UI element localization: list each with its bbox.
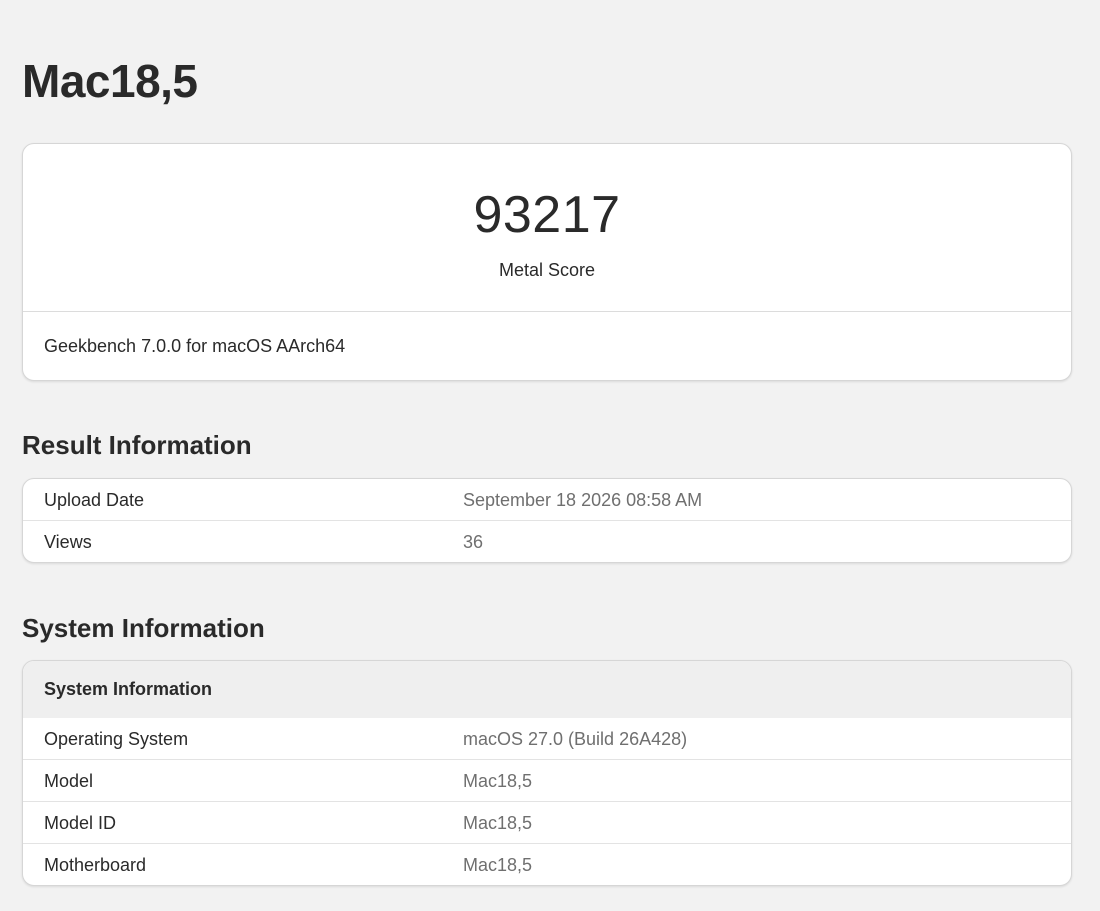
model-label: Model <box>44 771 94 791</box>
metal-score-label: Metal Score <box>498 260 596 280</box>
page-title: Mac18,5 <box>22 55 198 107</box>
page: Mac18,5 93217 Metal Score Geekbench 7.0.… <box>0 0 1100 911</box>
metal-score-value: 93217 <box>473 186 621 244</box>
benchmark-version: Geekbench 7.0.0 for macOS AArch64 <box>44 336 346 356</box>
table-row: Model Mac18,5 <box>23 760 1071 802</box>
system-information-table: System Information Operating System macO… <box>22 660 1072 886</box>
operating-system-label: Operating System <box>44 729 189 749</box>
views-value: 36 <box>463 532 484 552</box>
result-information-heading: Result Information <box>22 430 252 460</box>
system-information-table-header: System Information <box>23 661 1071 718</box>
table-row: Upload Date September 18 2026 08:58 AM <box>23 479 1071 521</box>
model-id-value: Mac18,5 <box>463 813 533 833</box>
motherboard-label: Motherboard <box>44 855 147 875</box>
score-panel: 93217 Metal Score <box>23 144 1071 312</box>
operating-system-value: macOS 27.0 (Build 26A428) <box>463 729 688 749</box>
table-row: Model ID Mac18,5 <box>23 802 1071 844</box>
score-card: 93217 Metal Score Geekbench 7.0.0 for ma… <box>22 143 1072 381</box>
motherboard-value: Mac18,5 <box>463 855 533 875</box>
table-row: Motherboard Mac18,5 <box>23 844 1071 885</box>
system-information-heading: System Information <box>22 613 265 643</box>
upload-date-label: Upload Date <box>44 490 145 510</box>
upload-date-value: September 18 2026 08:58 AM <box>463 490 703 510</box>
model-value: Mac18,5 <box>463 771 533 791</box>
table-row: Operating System macOS 27.0 (Build 26A42… <box>23 718 1071 760</box>
result-information-table: Upload Date September 18 2026 08:58 AM V… <box>22 478 1072 563</box>
views-label: Views <box>44 532 92 552</box>
model-id-label: Model ID <box>44 813 117 833</box>
table-row: Views 36 <box>23 521 1071 562</box>
